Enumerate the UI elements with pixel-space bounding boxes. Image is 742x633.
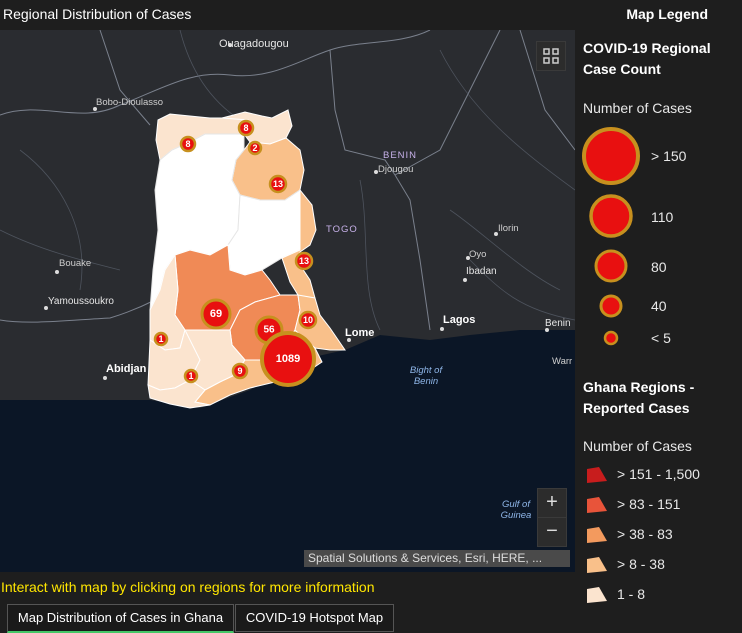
legend-swatch: [587, 557, 607, 573]
place-bouake: Bouake: [59, 258, 92, 269]
place-benin-city: Benin: [545, 318, 571, 329]
legend-circle-row: 110: [575, 192, 742, 242]
legend-circle-row: 40: [575, 292, 742, 320]
map-legend: Map Legend COVID-19 Regional Case Count …: [575, 0, 742, 604]
interaction-hint: Interact with map by clicking on regions…: [1, 579, 375, 595]
map-title: Regional Distribution of Cases: [3, 6, 192, 22]
place-ibadan: Ibadan: [466, 266, 497, 277]
marker-label: 9: [237, 366, 243, 376]
legend-section1-sub: Number of Cases: [583, 100, 692, 116]
map-view[interactable]: Ouagadougou Bobo-Dioulasso BENIN Djougou…: [0, 30, 575, 572]
place-oyo: Oyo: [469, 249, 487, 260]
legend-heading: Map Legend: [626, 6, 708, 22]
legend-circle-md: [594, 249, 628, 283]
marker-label: 10: [302, 315, 314, 325]
legend-swatch: [587, 527, 607, 543]
legend-section1-title: COVID-19 Regional Case Count: [583, 40, 711, 77]
legend-swatch: [587, 497, 607, 513]
legend-class-row: > 8 - 38: [575, 552, 742, 582]
marker-label: 13: [272, 179, 284, 189]
legend-class-label: > 38 - 83: [617, 526, 673, 542]
legend-class-label: > 83 - 151: [617, 496, 681, 512]
place-ilorin: Ilorin: [498, 223, 519, 234]
legend-circle-xs: [603, 330, 619, 346]
legend-circle-sm: [599, 294, 623, 318]
legend-section2-sub: Number of Cases: [583, 438, 692, 454]
legend-circle-xl: [582, 127, 640, 185]
marker-label: 8: [243, 123, 249, 133]
place-yamoussoukro: Yamoussoukro: [48, 296, 114, 307]
place-lome: Lome: [345, 327, 375, 339]
qr-code-button[interactable]: [536, 41, 566, 71]
zoom-in-button[interactable]: +: [537, 488, 567, 518]
qr-code-icon: [543, 48, 559, 64]
place-benin-country: BENIN: [383, 150, 418, 161]
place-ouagadougou: Ouagadougou: [219, 38, 289, 50]
marker-label: 2: [252, 143, 258, 153]
legend-class-row: > 151 - 1,500: [575, 462, 742, 492]
place-bight-of-benin: Bight of Benin: [409, 365, 443, 387]
place-gulf-of-guinea: Gulf of Guinea: [500, 499, 532, 521]
legend-class-row: 1 - 8: [575, 582, 742, 604]
marker-label: 56: [263, 324, 275, 336]
legend-class-row: > 83 - 151: [575, 492, 742, 522]
legend-circle-label: 80: [651, 259, 667, 275]
place-djougou: Djougou: [378, 164, 414, 175]
legend-swatch: [587, 587, 607, 603]
place-lagos: Lagos: [443, 314, 476, 326]
tab-bar: Map Distribution of Cases in Ghana COVID…: [0, 604, 742, 633]
tab-hotspot-map[interactable]: COVID-19 Hotspot Map: [235, 604, 394, 632]
map-attribution: Spatial Solutions & Services, Esri, HERE…: [304, 550, 570, 567]
legend-section2-title: Ghana Regions - Reported Cases: [583, 379, 695, 416]
place-bobo-dioulasso: Bobo-Dioulasso: [96, 97, 164, 108]
place-warri: Warr: [552, 356, 573, 367]
marker-label: 1089: [275, 353, 301, 365]
legend-class-label: > 151 - 1,500: [617, 466, 700, 482]
marker-label: 13: [298, 256, 310, 266]
legend-circle-row: < 5: [575, 326, 742, 350]
legend-circle-label: 40: [651, 298, 667, 314]
legend-class-row: > 38 - 83: [575, 522, 742, 552]
marker-label: 1: [158, 334, 164, 344]
legend-circle-label: 110: [651, 209, 674, 225]
marker-label: 8: [185, 139, 191, 149]
legend-circle-label: < 5: [651, 330, 671, 346]
place-togo: TOGO: [326, 224, 358, 235]
legend-swatch: [587, 467, 607, 483]
zoom-out-button[interactable]: −: [537, 517, 567, 547]
legend-circle-label: > 150: [651, 148, 687, 164]
legend-circle-row: 80: [575, 248, 742, 288]
marker-label: 69: [209, 308, 223, 320]
place-abidjan: Abidjan: [106, 363, 147, 375]
legend-class-label: 1 - 8: [617, 586, 646, 602]
marker-label: 1: [188, 371, 194, 381]
map-header: Regional Distribution of Cases: [0, 0, 575, 30]
tab-map-distribution[interactable]: Map Distribution of Cases in Ghana: [7, 604, 234, 633]
legend-class-label: > 8 - 38: [617, 556, 665, 572]
legend-circle-lg: [589, 194, 633, 238]
legend-circle-row: > 150: [575, 124, 742, 188]
